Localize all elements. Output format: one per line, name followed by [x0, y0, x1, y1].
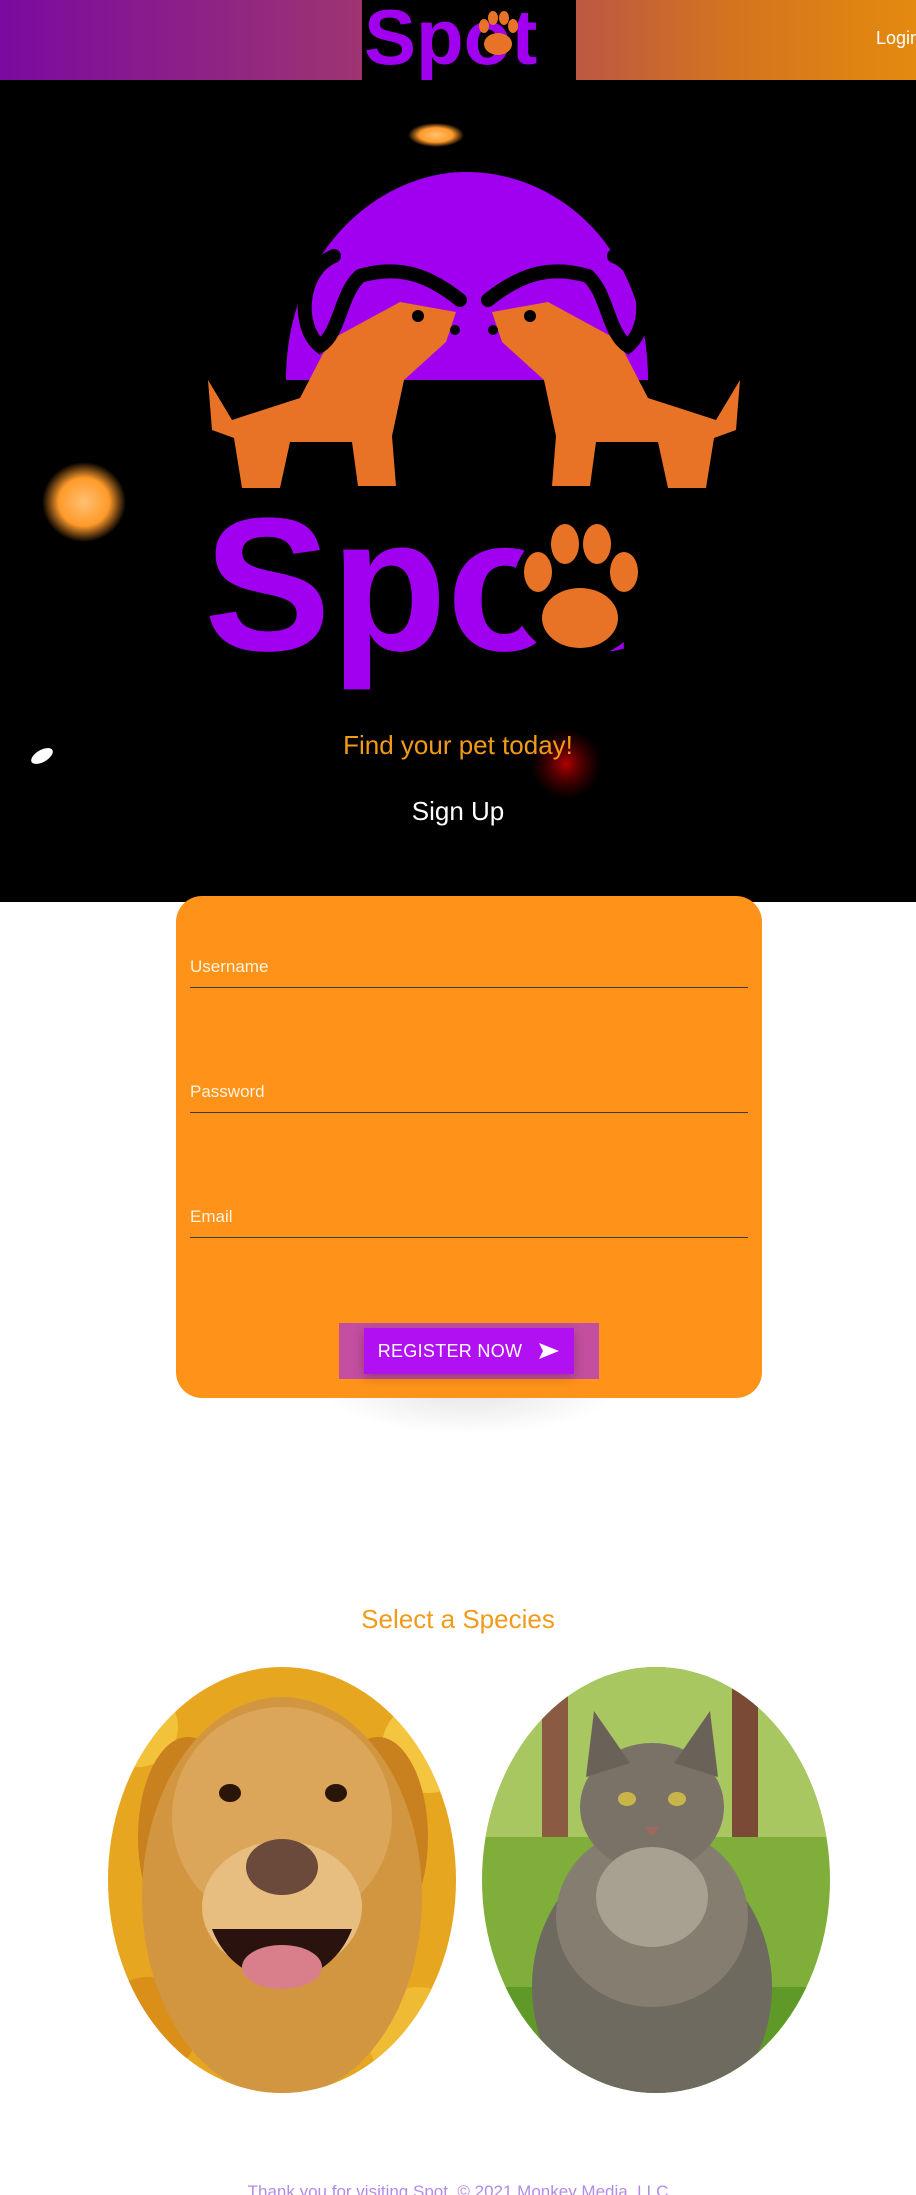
page: Spot Login Spot Find your pet today! Sig…: [0, 0, 916, 2195]
login-link[interactable]: Login: [876, 28, 916, 49]
register-now-label: REGISTER NOW: [377, 1340, 523, 1361]
species-heading: Select a Species: [361, 1604, 555, 1634]
top-nav-bar: Spot Login: [0, 0, 916, 80]
bokeh-light: [42, 462, 126, 542]
cat-photo: [482, 1667, 830, 2093]
send-icon: [539, 1343, 560, 1359]
footer-text: Thank you for visiting Spot. © 2021 Monk…: [247, 2182, 669, 2195]
password-input[interactable]: [190, 1073, 748, 1111]
password-field-wrapper: [190, 1073, 748, 1113]
username-input[interactable]: [190, 948, 748, 986]
register-now-button[interactable]: REGISTER NOW: [364, 1328, 574, 1374]
hero-tagline: Find your pet today!: [343, 730, 573, 760]
email-field-wrapper: [190, 1198, 748, 1238]
hero-paw-icon: [512, 522, 648, 658]
hero-section: Spot Find your pet today! Sign Up: [0, 80, 916, 902]
signup-heading: Sign Up: [411, 796, 505, 826]
header-logo-text: Spot: [364, 0, 537, 80]
dog-photo: [108, 1667, 456, 2093]
hero-logo-illustration: Spot: [31, 123, 740, 800]
header-logo[interactable]: Spot: [362, 0, 576, 80]
signup-form: REGISTER NOW: [176, 896, 762, 1398]
header-logo-mark: Spot: [364, 0, 537, 80]
email-input[interactable]: [190, 1198, 748, 1236]
species-dog-option[interactable]: [108, 1667, 456, 2093]
username-field-wrapper: [190, 948, 748, 988]
register-button-frame: REGISTER NOW: [339, 1323, 599, 1379]
species-cat-option[interactable]: [482, 1667, 830, 2093]
bokeh-light: [408, 123, 464, 147]
